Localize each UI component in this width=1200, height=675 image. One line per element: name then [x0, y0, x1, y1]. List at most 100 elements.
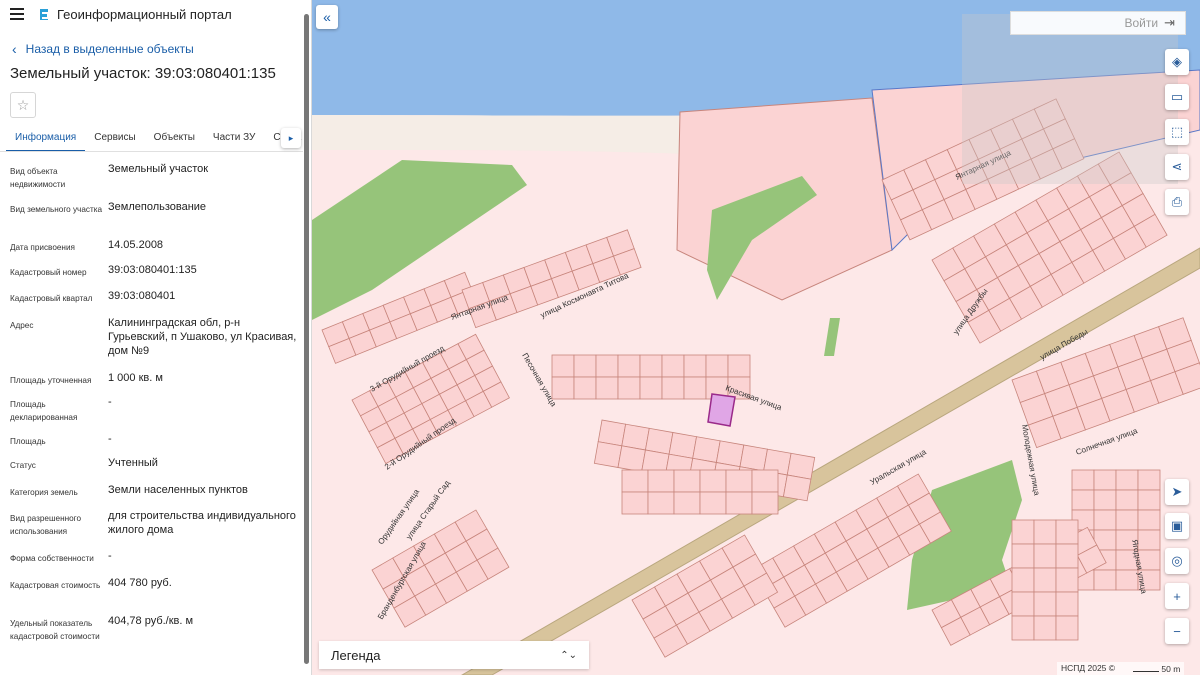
tab-objects[interactable]: Объекты	[145, 126, 204, 151]
parcel	[727, 354, 751, 378]
parcel	[739, 444, 768, 472]
share-button[interactable]: ⋖	[1165, 154, 1189, 180]
favorite-button[interactable]: ☆	[10, 92, 36, 118]
parcel	[621, 423, 650, 451]
property-row: Вид разрешенного использования для строи…	[10, 509, 300, 549]
parcel	[1115, 509, 1139, 531]
parcel	[573, 376, 597, 400]
property-row: Площадь декларированная -	[10, 395, 300, 432]
geolocation-button[interactable]: ◎	[1165, 548, 1189, 574]
hamburger-icon[interactable]	[10, 8, 24, 20]
parcel	[551, 376, 575, 400]
property-value: Земли населенных пунктов	[108, 484, 248, 496]
property-value: -	[108, 396, 112, 408]
parcel	[551, 354, 575, 378]
parcel	[1011, 615, 1035, 641]
parcel	[1011, 543, 1035, 569]
info-panel: Геоинформационный портал ‹ Назад в выдел…	[0, 0, 312, 675]
property-value: Калининградская обл, р-н Гурьевский, п У…	[108, 317, 297, 357]
property-label: Удельный показатель кадастровой стоимост…	[10, 619, 100, 641]
parcel	[1033, 591, 1057, 617]
parcel	[1137, 469, 1161, 491]
property-value: 39:03:080401:135	[108, 264, 197, 276]
parcel	[621, 491, 649, 515]
parcel	[617, 354, 641, 378]
parcel	[673, 469, 701, 493]
layers-icon: ◈	[1172, 54, 1182, 69]
login-button[interactable]: Войти ⇥	[1010, 11, 1186, 35]
parcel	[1011, 519, 1035, 545]
parcel	[683, 376, 707, 400]
print-button[interactable]: ⎙	[1165, 189, 1189, 215]
object-title: Земельный участок: 39:03:080401:135	[10, 65, 276, 82]
parcel	[683, 354, 707, 378]
panel-scrollbar[interactable]	[304, 14, 309, 664]
minimap-button[interactable]: ▣	[1165, 513, 1189, 539]
property-value: для строительства индивидуального жилого…	[108, 510, 296, 536]
scale-label: 50 m	[1161, 664, 1181, 674]
zoom-in-button[interactable]: +	[1165, 583, 1189, 609]
property-row: Площадь уточненная 1 000 кв. м	[10, 371, 300, 395]
parcel	[1137, 509, 1161, 531]
share-icon: ⋖	[1171, 159, 1183, 174]
parcel	[1011, 567, 1035, 593]
parcel	[786, 452, 816, 480]
property-row: Удельный показатель кадастровой стоимост…	[10, 614, 300, 662]
parcel	[644, 427, 674, 455]
parcel	[597, 419, 627, 447]
plus-icon: +	[1173, 588, 1181, 604]
measure-button[interactable]: ▭	[1165, 84, 1189, 110]
property-list: Вид объекта недвижимости Земельный участ…	[10, 162, 300, 662]
parcel	[751, 491, 779, 515]
parcel	[725, 491, 753, 515]
watermark-logo	[962, 14, 1178, 184]
parcel	[1033, 519, 1057, 545]
tab-bar: Информация Сервисы Объекты Части ЗУ Сост…	[0, 126, 303, 152]
property-label: Площадь	[10, 437, 46, 446]
parcel	[1093, 469, 1117, 491]
layers-button[interactable]: ◈	[1165, 49, 1189, 75]
parcel	[705, 354, 729, 378]
back-link[interactable]: ‹ Назад в выделенные объекты	[12, 41, 194, 57]
map-view[interactable]: Янтарная улица улица Космонавта Титова П…	[312, 0, 1200, 675]
tabs-next-button[interactable]: ▸	[281, 128, 301, 148]
tab-services[interactable]: Сервисы	[85, 126, 144, 151]
login-label: Войти	[1124, 16, 1159, 30]
parcel	[751, 469, 779, 493]
parcel	[692, 436, 721, 463]
legend-dropdown[interactable]: Легенда ⌃⌄	[319, 641, 589, 669]
app-title[interactable]: Геоинформационный портал	[57, 7, 232, 22]
parcel	[1093, 489, 1117, 511]
portal-logo-icon[interactable]	[38, 8, 50, 21]
select-area-button[interactable]: ⬚	[1165, 119, 1189, 145]
tab-info[interactable]: Информация	[6, 126, 86, 151]
parcel	[1071, 469, 1095, 491]
parcel	[647, 491, 675, 515]
app-root: Геоинформационный портал ‹ Назад в выдел…	[0, 0, 1200, 675]
parcel	[647, 469, 675, 493]
parcel	[668, 432, 698, 459]
property-label: Форма собственности	[10, 554, 94, 563]
parcel	[1093, 569, 1117, 591]
parcel	[617, 376, 641, 400]
parcel	[1055, 543, 1079, 569]
map-attribution: НСПД 2025 © 50 m	[1057, 662, 1185, 675]
property-row: Кадастровый квартал 39:03:080401	[10, 289, 300, 316]
parcel	[661, 376, 685, 400]
property-label: Площадь декларированная	[10, 400, 78, 422]
property-label: Категория земель	[10, 488, 78, 497]
property-label: Вид разрешенного использования	[10, 514, 82, 536]
collapse-panel-button[interactable]: «	[316, 5, 338, 29]
parcel	[1115, 489, 1139, 511]
tab-parts[interactable]: Части ЗУ	[204, 126, 264, 151]
locate-button[interactable]: ➤	[1165, 479, 1189, 505]
property-value: 1 000 кв. м	[108, 372, 163, 384]
parcel	[782, 474, 812, 502]
top-bar: Геоинформационный портал	[0, 0, 311, 28]
chevron-updown-icon: ⌃⌄	[560, 649, 577, 661]
property-label: Вид земельного участка	[10, 205, 103, 214]
parcel	[1093, 509, 1117, 531]
property-label: Дата присвоения	[10, 243, 75, 252]
zoom-out-button[interactable]: −	[1165, 618, 1189, 644]
property-value: 39:03:080401	[108, 290, 176, 302]
